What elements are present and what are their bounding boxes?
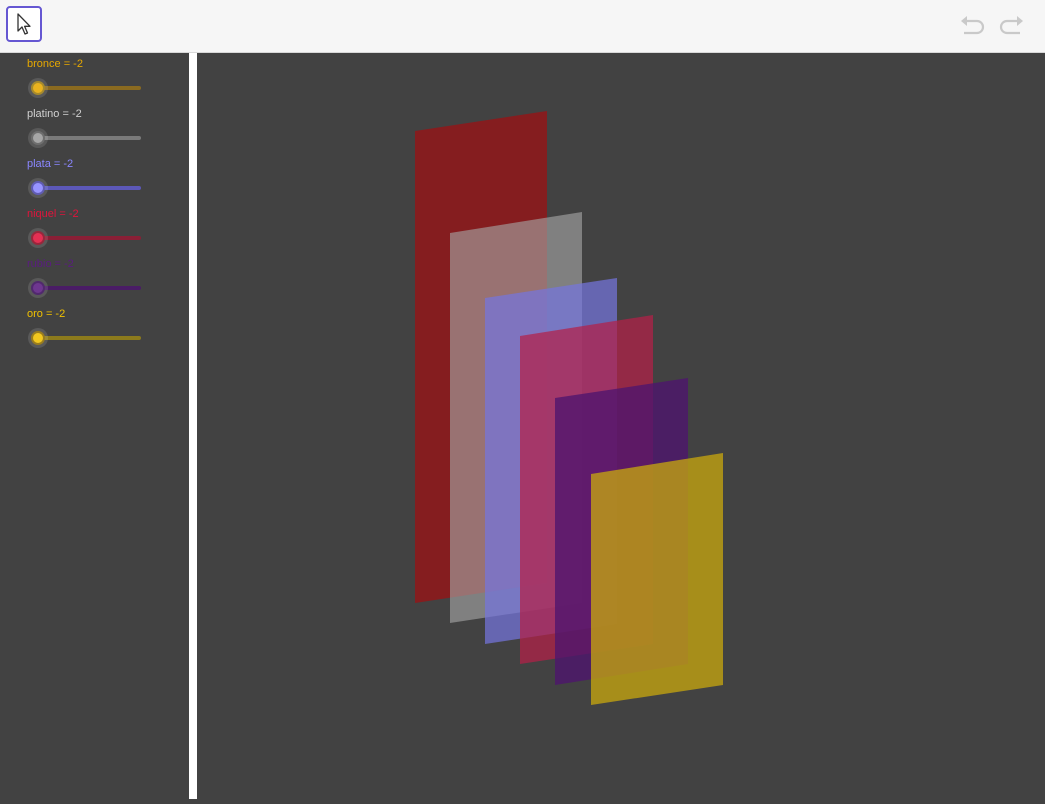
toolbar [0, 0, 1045, 53]
slider-plata-label: plata = -2 [27, 158, 74, 170]
slider-niquel[interactable]: niquel = -2 [27, 208, 167, 248]
plane-oro [591, 453, 723, 705]
cursor-arrow-icon [17, 13, 31, 35]
slider-platino-knob[interactable] [28, 128, 48, 148]
slider-bronce-track[interactable] [35, 86, 141, 90]
slider-oro-knob[interactable] [28, 328, 48, 348]
slider-rubio[interactable]: rubio = -2 [27, 258, 167, 298]
slider-platino[interactable]: platino = -2 [27, 108, 167, 148]
graphics-3d-view[interactable] [197, 53, 1045, 799]
slider-niquel-knob[interactable] [28, 228, 48, 248]
slider-plata-knob[interactable] [28, 178, 48, 198]
slider-rubio-track[interactable] [35, 286, 141, 290]
slider-niquel-track[interactable] [35, 236, 141, 240]
move-tool-button[interactable] [6, 6, 42, 42]
slider-plata-track[interactable] [35, 186, 141, 190]
slider-bronce[interactable]: bronce = -2 [27, 58, 167, 98]
slider-bronce-knob[interactable] [28, 78, 48, 98]
planes-canvas [415, 111, 723, 705]
slider-plata[interactable]: plata = -2 [27, 158, 167, 198]
slider-oro-label: oro = -2 [27, 308, 66, 320]
slider-oro[interactable]: oro = -2 [27, 308, 167, 348]
undo-icon[interactable] [958, 12, 988, 42]
slider-rubio-label: rubio = -2 [27, 258, 74, 270]
redo-icon[interactable] [996, 12, 1026, 42]
slider-oro-track[interactable] [35, 336, 141, 340]
slider-platino-label: platino = -2 [27, 108, 82, 120]
slider-niquel-label: niquel = -2 [27, 208, 79, 220]
slider-rubio-knob[interactable] [28, 278, 48, 298]
slider-bronce-label: bronce = -2 [27, 58, 83, 70]
slider-platino-track[interactable] [35, 136, 141, 140]
panel-divider[interactable] [189, 53, 197, 799]
algebra-panel: bronce = -2 platino = -2 plata = -2 niqu… [0, 53, 189, 799]
